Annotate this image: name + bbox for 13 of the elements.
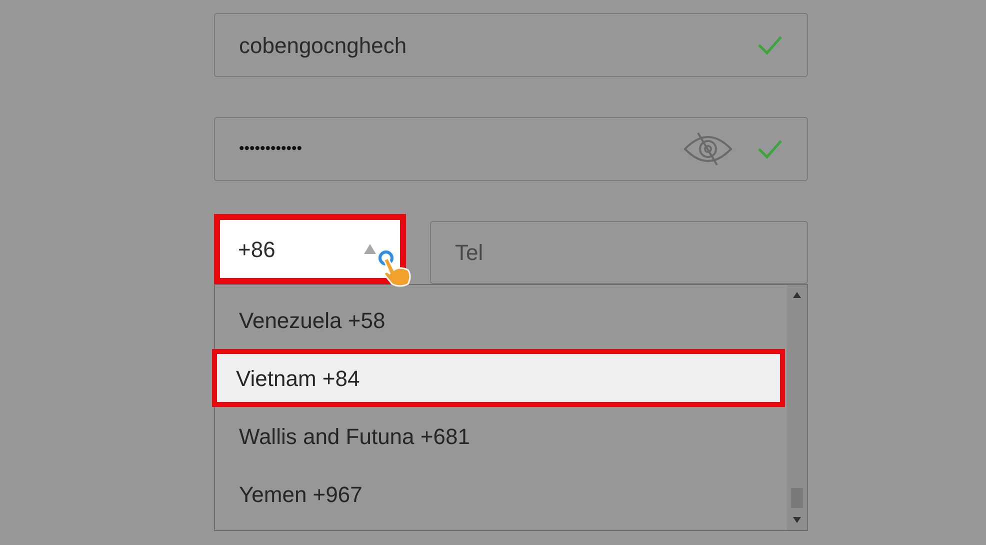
input-field[interactable]: Tel [430,221,808,284]
scroll-down-icon[interactable] [792,516,802,524]
scrollbar[interactable] [787,285,807,530]
dropdown-option[interactable]: Venezuela +58 [215,291,787,349]
caret-icon [364,244,376,254]
scroll-up-icon[interactable] [792,291,802,299]
eye-slash-icon[interactable] [683,131,733,167]
dropdown-option[interactable]: Wallis and Futuna +681 [215,407,787,465]
dropdown-option[interactable]: Vietnam +84 [212,349,785,407]
input-field[interactable]: •••••••••••• [214,117,808,181]
input-field[interactable]: cobengocnghech [214,13,808,77]
country-code-select[interactable]: +86 [214,214,406,284]
dropdown-option[interactable]: Yemen +967 [215,465,787,523]
